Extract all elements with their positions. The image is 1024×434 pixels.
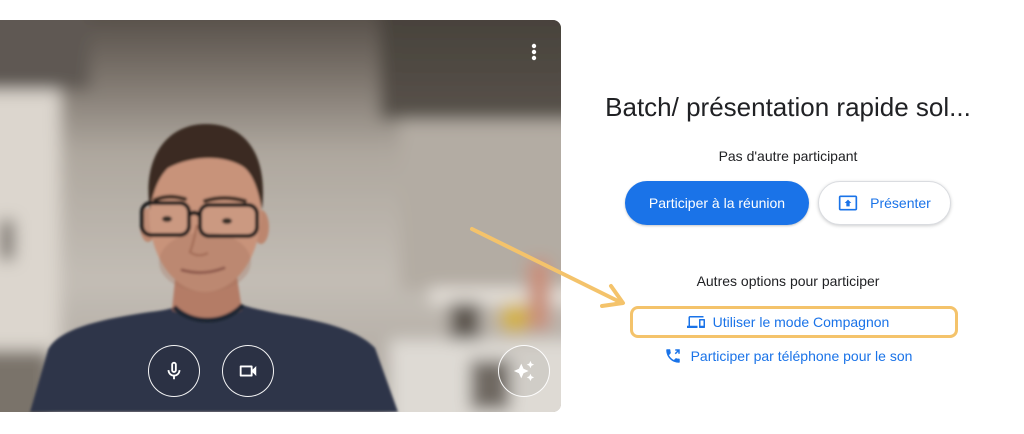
present-button[interactable]: Présenter bbox=[818, 181, 951, 225]
join-actions: Participer à la réunion Présenter bbox=[560, 181, 1016, 225]
mic-icon bbox=[167, 361, 181, 380]
visual-effects-button[interactable] bbox=[498, 345, 550, 397]
camera-preview bbox=[0, 20, 561, 412]
devices-icon bbox=[686, 316, 705, 328]
meeting-title: Batch/ présentation rapide sol... bbox=[605, 92, 971, 122]
camera-feed-image bbox=[0, 20, 561, 412]
other-options-heading: Autres options pour participer bbox=[696, 273, 880, 289]
join-by-phone-link[interactable]: Participer par téléphone pour le son bbox=[560, 346, 1016, 366]
present-to-all-icon bbox=[838, 195, 858, 211]
door-handle bbox=[0, 220, 14, 260]
companion-mode-link[interactable]: Utiliser le mode Compagnon bbox=[560, 312, 1016, 332]
participant-status: Pas d'autre participant bbox=[718, 148, 858, 164]
more-vert-icon bbox=[531, 43, 537, 61]
glasses-left-lens bbox=[140, 201, 191, 237]
ceiling-shadow-left bbox=[0, 20, 90, 90]
phone-forwarded-icon bbox=[665, 349, 680, 363]
present-button-label: Présenter bbox=[870, 195, 931, 211]
shelf-object-yellow bbox=[499, 302, 531, 334]
companion-mode-label: Utiliser le mode Compagnon bbox=[712, 314, 890, 330]
glasses-right-lens bbox=[198, 203, 259, 238]
microphone-toggle-button[interactable] bbox=[148, 345, 200, 397]
shelf-object-dark bbox=[450, 302, 480, 342]
camera-toggle-button[interactable] bbox=[222, 345, 274, 397]
stubble bbox=[159, 232, 251, 292]
ceiling-shadow-right bbox=[380, 20, 561, 120]
join-by-phone-label: Participer par téléphone pour le son bbox=[690, 348, 913, 364]
join-meeting-button[interactable]: Participer à la réunion bbox=[625, 181, 809, 225]
more-options-button[interactable] bbox=[520, 38, 548, 66]
sparkles-icon bbox=[513, 360, 535, 382]
shelf-object-pink bbox=[528, 260, 550, 330]
videocam-icon bbox=[239, 365, 257, 377]
